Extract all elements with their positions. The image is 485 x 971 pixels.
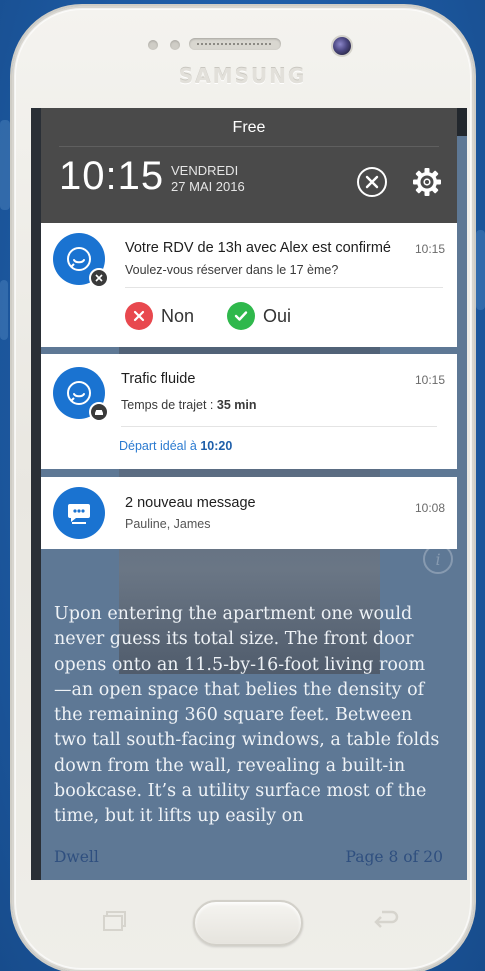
x-circle-icon bbox=[125, 302, 153, 330]
departure-time: 10:20 bbox=[200, 439, 233, 453]
divider bbox=[59, 146, 439, 147]
back-key-icon[interactable] bbox=[370, 908, 402, 934]
notification-card-appointment[interactable]: Votre RDV de 13h avec Alex est confirmé … bbox=[41, 223, 457, 347]
departure-label: Départ idéal à bbox=[119, 439, 201, 453]
notification-subtitle: Voulez-vous réserver dans le 17 ème? bbox=[125, 263, 339, 277]
car-badge-icon bbox=[89, 402, 109, 422]
no-button[interactable]: Non bbox=[125, 302, 194, 330]
divider bbox=[121, 426, 437, 427]
check-circle-icon bbox=[227, 302, 255, 330]
notification-card-messages[interactable]: 2 nouveau message Pauline, James 10:08 bbox=[41, 477, 457, 549]
departure-info: Départ idéal à 10:20 bbox=[119, 439, 232, 453]
travel-time-value: 35 min bbox=[216, 398, 257, 412]
notification-title: 2 nouveau message bbox=[125, 495, 256, 511]
article-body: Upon entering the apartment one would ne… bbox=[54, 604, 440, 827]
notification-card-traffic[interactable]: Trafic fluide Temps de trajet : 35 min 1… bbox=[41, 354, 457, 469]
background-block bbox=[476, 230, 485, 310]
notification-time: 10:15 bbox=[414, 373, 445, 387]
earpiece-speaker bbox=[189, 38, 281, 50]
date-day: VENDREDI bbox=[171, 163, 239, 178]
notification-subtitle: Temps de trajet : 35 min bbox=[121, 398, 256, 412]
yes-button[interactable]: Oui bbox=[227, 302, 291, 330]
screen-edge bbox=[457, 108, 467, 136]
screen-edge bbox=[31, 108, 41, 880]
front-camera bbox=[333, 37, 351, 55]
yes-label: Oui bbox=[263, 305, 292, 326]
dismiss-badge-icon bbox=[89, 268, 109, 288]
carrier-name: Free bbox=[232, 119, 266, 136]
clear-all-icon[interactable] bbox=[357, 167, 387, 197]
notification-subtitle: Pauline, James bbox=[125, 517, 211, 531]
notification-time: 10:08 bbox=[414, 501, 445, 515]
clock: 10:15 bbox=[59, 154, 165, 198]
notification-title: Trafic fluide bbox=[121, 371, 196, 387]
screen: i Upon entering the apartment one would … bbox=[31, 108, 467, 880]
article-source-link[interactable]: Dwell bbox=[54, 848, 99, 866]
background-block bbox=[0, 120, 10, 210]
home-button[interactable] bbox=[193, 900, 303, 946]
gear-icon[interactable] bbox=[411, 166, 443, 198]
messages-app-icon bbox=[53, 487, 105, 539]
notification-shade-header: Free 10:15 VENDREDI 27 MAI 2016 bbox=[41, 108, 457, 223]
notification-title: Votre RDV de 13h avec Alex est confirmé bbox=[125, 240, 391, 256]
page-indicator: Page 8 of 20 bbox=[345, 848, 443, 866]
recent-apps-key-icon[interactable] bbox=[100, 910, 130, 932]
notification-time: 10:15 bbox=[414, 242, 445, 256]
proximity-sensor bbox=[148, 40, 158, 50]
date-full: 27 MAI 2016 bbox=[171, 179, 245, 194]
brand-logo: SAMSUNG bbox=[178, 64, 307, 88]
no-label: Non bbox=[161, 305, 195, 326]
light-sensor bbox=[170, 40, 180, 50]
travel-time-label: Temps de trajet : bbox=[121, 398, 217, 412]
background-block bbox=[0, 280, 8, 340]
divider bbox=[125, 287, 443, 288]
